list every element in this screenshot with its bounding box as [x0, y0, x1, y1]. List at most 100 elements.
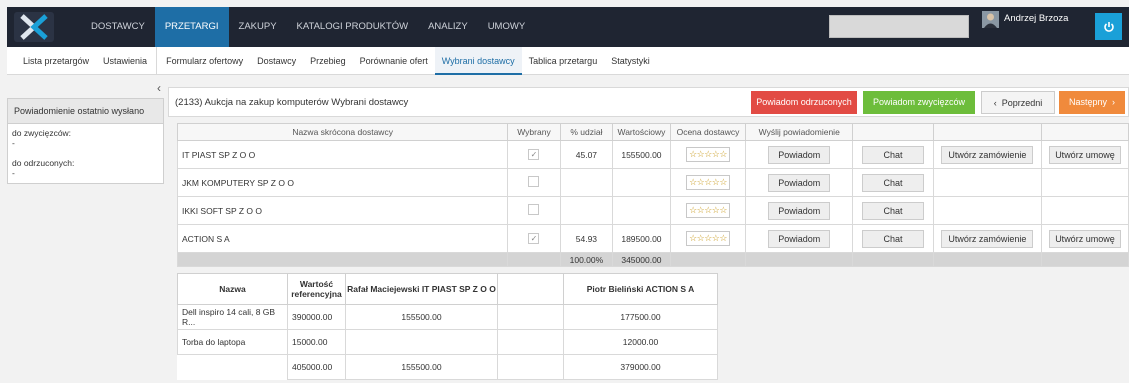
next-label: Następny [1068, 97, 1108, 107]
items-header-row: Nazwa Wartość referencyjna Rafał Macieje… [177, 273, 718, 305]
table-header-row: Nazwa skrócona dostawcy Wybrany % udział… [176, 123, 1129, 141]
tab-statystyki[interactable]: Statystyki [604, 47, 657, 75]
nav-katalogi-produktow[interactable]: KATALOGI PRODUKTÓW [287, 7, 419, 47]
table-row: JKM KOMPUTERY SP Z O O ☆☆☆☆☆ Powiadom Ch… [176, 168, 1129, 197]
item-name: Torba do laptopa [177, 329, 288, 355]
notify-button[interactable]: Powiadom [768, 201, 831, 220]
create-contract-button[interactable]: Utwórz umowę [1048, 145, 1121, 164]
title-bar: (2133) Aukcja na zakup komputerów Wybran… [168, 87, 1129, 117]
user-avatar[interactable] [982, 11, 999, 28]
selected-cell: ✓ [507, 140, 561, 169]
chevron-right-icon: › [1107, 97, 1116, 107]
notify-winners-button[interactable]: Powiadom zwycięzców [863, 91, 975, 114]
table-row: Dell inspiro 14 cali, 8 GB R... 390000.0… [177, 304, 718, 330]
selected-cell [507, 168, 561, 197]
nav-analizy[interactable]: ANALIZY [418, 7, 478, 47]
tab-formularz-ofertowy[interactable]: Formularz ofertowy [159, 47, 250, 75]
chat-button[interactable]: Chat [862, 145, 925, 164]
tab-wybrani-dostawcy[interactable]: Wybrani dostawcy [434, 46, 522, 75]
selected-suppliers-table: Nazwa skrócona dostawcy Wybrany % udział… [176, 123, 1129, 267]
selected-checkbox[interactable] [528, 204, 540, 215]
star-rating[interactable]: ☆☆☆☆☆ [686, 231, 730, 246]
col-header-value[interactable]: Wartościowy [612, 123, 671, 141]
notify-cell: Powiadom [745, 140, 854, 169]
rejected-value: - [12, 168, 15, 178]
col-header-send[interactable]: Wyślij powiadomienie [745, 123, 854, 141]
share-cell [559, 196, 614, 225]
order-cell: Utwórz zamówienie [932, 224, 1042, 253]
supplier-name: ACTION S A [176, 224, 509, 253]
app-logo[interactable] [11, 10, 57, 44]
rejected-label: do odrzuconych: [12, 158, 75, 168]
item-supplier2-value: 12000.00 [563, 329, 718, 355]
create-order-button[interactable]: Utwórz zamówienie [941, 145, 1034, 164]
logout-button[interactable] [1095, 13, 1122, 40]
tab-tablica-przetargu[interactable]: Tablica przetargu [522, 47, 605, 75]
item-supplier1-value [345, 329, 498, 355]
notify-rejected-button[interactable]: Powiadom odrzuconych [751, 91, 857, 114]
tab-dostawcy[interactable]: Dostawcy [250, 47, 303, 75]
tab-ustawienia[interactable]: Ustawienia [96, 47, 154, 75]
tab-porownanie-ofert[interactable]: Porównanie ofert [353, 47, 435, 75]
nav-dostawcy[interactable]: DOSTAWCY [81, 7, 155, 47]
col-header-selected[interactable]: Wybrany [507, 123, 561, 141]
chat-cell: Chat [852, 168, 934, 197]
star-rating[interactable]: ☆☆☆☆☆ [686, 203, 730, 218]
user-name[interactable]: Andrzej Brzoza [1004, 13, 1068, 24]
star-rating[interactable]: ☆☆☆☆☆ [686, 147, 730, 162]
order-cell: Utwórz zamówienie [932, 140, 1042, 169]
col-header-order [932, 123, 1042, 141]
next-button[interactable]: Następny › [1059, 91, 1125, 114]
items-comparison-table: Nazwa Wartość referencyjna Rafał Macieje… [177, 273, 718, 380]
search-input[interactable] [829, 15, 969, 38]
col-header-item-name: Nazwa [177, 273, 288, 305]
total-share: 100.00% [559, 252, 614, 267]
top-navigation-bar: DOSTAWCY PRZETARGI ZAKUPY KATALOGI PRODU… [7, 7, 1129, 47]
nav-przetargi[interactable]: PRZETARGI [154, 7, 229, 47]
item-ref-value: 15000.00 [287, 329, 346, 355]
collapse-sidebar-button[interactable]: ‹ [157, 81, 161, 95]
supplier-name: IKKI SOFT SP Z O O [176, 196, 509, 225]
col-header-name[interactable]: Nazwa skrócona dostawcy [176, 123, 509, 141]
share-cell: 45.07 [559, 140, 614, 169]
selected-checkbox[interactable] [528, 176, 540, 187]
col-header-supplier2: Piotr Bieliński ACTION S A [563, 273, 718, 305]
notify-button[interactable]: Powiadom [768, 173, 831, 192]
notify-cell: Powiadom [745, 168, 854, 197]
selected-checkbox[interactable]: ✓ [528, 233, 540, 244]
item-name: Dell inspiro 14 cali, 8 GB R... [177, 304, 288, 330]
col-header-rating[interactable]: Ocena dostawcy [669, 123, 747, 141]
table-row: ACTION S A ✓ 54.93 189500.00 ☆☆☆☆☆ Powia… [176, 224, 1129, 253]
value-cell: 155500.00 [612, 140, 671, 169]
chat-button[interactable]: Chat [862, 229, 925, 248]
tab-divider [156, 46, 158, 75]
notify-button[interactable]: Powiadom [768, 145, 831, 164]
create-order-button[interactable]: Utwórz zamówienie [941, 229, 1034, 248]
chevron-left-icon: ‹ [993, 98, 1002, 108]
value-cell: 189500.00 [612, 224, 671, 253]
page-title: (2133) Aukcja na zakup komputerów Wybran… [175, 97, 409, 108]
share-cell: 54.93 [559, 224, 614, 253]
chat-cell: Chat [852, 140, 934, 169]
star-rating[interactable]: ☆☆☆☆☆ [686, 175, 730, 190]
contract-cell [1040, 196, 1129, 225]
create-contract-button[interactable]: Utwórz umowę [1048, 229, 1121, 248]
previous-button[interactable]: ‹ Poprzedni [981, 91, 1055, 114]
col-header-share[interactable]: % udział [559, 123, 614, 141]
notify-button[interactable]: Powiadom [768, 229, 831, 248]
tab-przebieg[interactable]: Przebieg [303, 47, 353, 75]
selected-cell: ✓ [507, 224, 561, 253]
table-row: IT PIAST SP Z O O ✓ 45.07 155500.00 ☆☆☆☆… [176, 140, 1129, 169]
chat-button[interactable]: Chat [862, 201, 925, 220]
chat-button[interactable]: Chat [862, 173, 925, 192]
selected-checkbox[interactable]: ✓ [528, 149, 540, 160]
items-total-row: 405000.00 155500.00 379000.00 [178, 354, 718, 380]
tab-lista-przetargow[interactable]: Lista przetargów [7, 47, 96, 75]
nav-umowy[interactable]: UMOWY [478, 7, 535, 47]
nav-zakupy[interactable]: ZAKUPY [229, 7, 287, 47]
supplier-name: JKM KOMPUTERY SP Z O O [176, 168, 509, 197]
sidebar-header: Powiadomienie ostatnio wysłano [7, 98, 164, 124]
total-ref-value: 405000.00 [287, 354, 346, 380]
winners-value: - [12, 138, 15, 148]
winners-label: do zwycięzców: [12, 128, 72, 138]
